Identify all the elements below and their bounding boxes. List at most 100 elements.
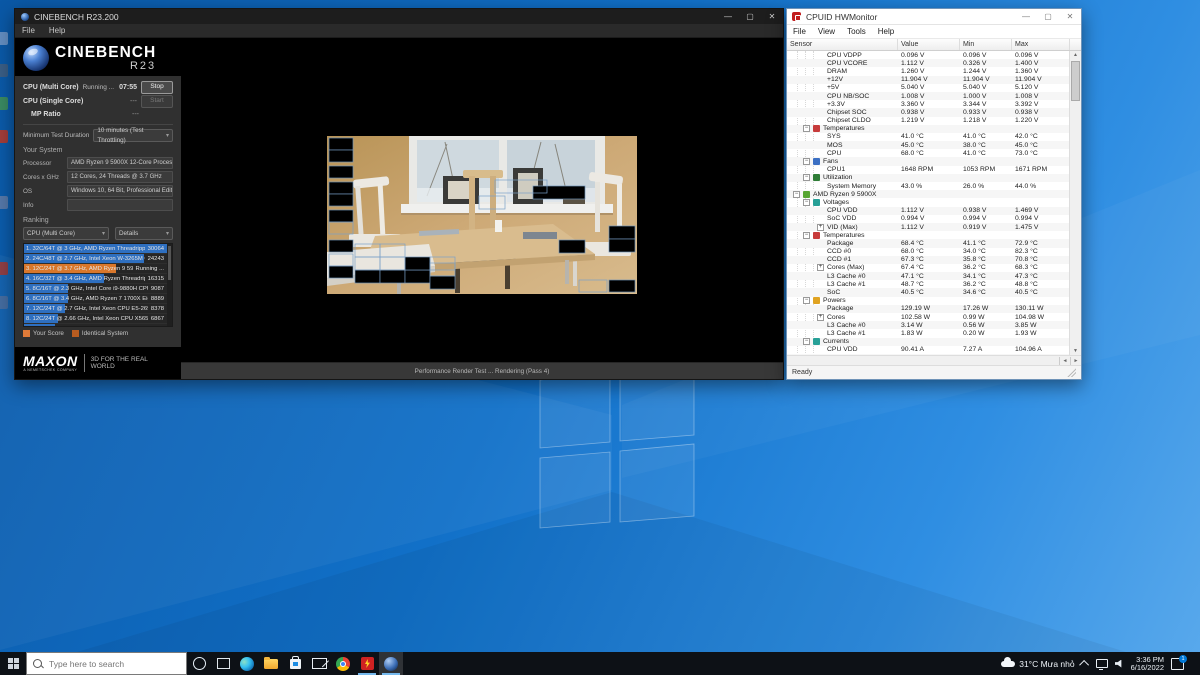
desktop-icon[interactable] xyxy=(0,196,8,209)
sensor-row[interactable]: Chipset SOC0.938 V0.933 V0.938 V xyxy=(787,108,1070,116)
taskbar-clock[interactable]: 3:36 PM 6/16/2022 xyxy=(1131,656,1164,672)
weather-widget[interactable]: 31°C Mưa nhỏ xyxy=(1001,659,1074,669)
sensor-row[interactable]: L3 Cache #11.83 W0.20 W1.93 W xyxy=(787,329,1070,337)
sensor-row[interactable]: CPU NB/SOC1.008 V1.000 V1.008 V xyxy=(787,92,1070,100)
menu-item-file[interactable]: File xyxy=(15,26,42,35)
scroll-left-icon[interactable]: ◄ xyxy=(1059,357,1070,365)
maximize-icon[interactable]: ▢ xyxy=(739,9,761,24)
sensor-row[interactable]: +Cores (Max)67.4 °C36.2 °C68.3 °C xyxy=(787,264,1070,272)
sensor-row[interactable]: L3 Cache #047.1 °C34.1 °C47.3 °C xyxy=(787,272,1070,280)
horizontal-scrollbar[interactable]: ◄ ► xyxy=(787,355,1081,365)
sensor-row[interactable]: CPU VDD90.41 A7.27 A104.96 A xyxy=(787,346,1070,354)
sensor-row[interactable]: +5V5.040 V5.040 V5.120 V xyxy=(787,84,1070,92)
column-header-max[interactable]: Max xyxy=(1012,39,1070,50)
ranking-filter-select[interactable]: CPU (Multi Core) ▾ xyxy=(23,227,109,240)
duration-select[interactable]: 10 minutes (Test Throttling) ▾ xyxy=(93,129,173,142)
sensor-row[interactable]: SoC40.5 °C34.6 °C40.5 °C xyxy=(787,288,1070,296)
sensor-row[interactable]: L3 Cache #148.7 °C36.2 °C48.8 °C xyxy=(787,280,1070,288)
sensor-row[interactable]: CPU VCORE1.112 V0.326 V1.400 V xyxy=(787,59,1070,67)
collapse-icon[interactable]: − xyxy=(803,174,810,181)
sensor-row[interactable]: Package129.19 W17.26 W130.11 W xyxy=(787,305,1070,313)
ranking-row[interactable]: 3. 12C/24T @ 3.7 GHz, AMD Ryzen 9 5900X … xyxy=(24,264,172,274)
collapse-icon[interactable]: − xyxy=(803,232,810,239)
column-header-sensor[interactable]: Sensor xyxy=(787,39,898,50)
menu-item-view[interactable]: View xyxy=(812,27,841,36)
ranking-row[interactable]: 1. 32C/64T @ 3 GHz, AMD Ryzen Threadripp… xyxy=(24,244,172,254)
sensor-row[interactable]: CPU VDPP0.096 V0.096 V0.096 V xyxy=(787,51,1070,59)
sensor-row[interactable]: Chipset CLDO1.219 V1.218 V1.220 V xyxy=(787,117,1070,125)
sensor-row[interactable]: SYS41.0 °C41.0 °C42.0 °C xyxy=(787,133,1070,141)
menu-item-help[interactable]: Help xyxy=(872,27,900,36)
cinebench-titlebar[interactable]: CINEBENCH R23.200 — ▢ ✕ xyxy=(15,9,783,24)
close-icon[interactable]: ✕ xyxy=(761,9,783,24)
sensor-row[interactable]: Package68.4 °C41.1 °C72.9 °C xyxy=(787,239,1070,247)
sensor-row[interactable]: CCD #068.0 °C34.0 °C82.3 °C xyxy=(787,248,1070,256)
collapse-icon[interactable]: − xyxy=(803,125,810,132)
sensor-row[interactable]: −Currents xyxy=(787,338,1070,346)
action-center-button[interactable]: 1 xyxy=(1171,658,1184,670)
sensor-row[interactable]: CPU11648 RPM1053 RPM1671 RPM xyxy=(787,166,1070,174)
sensor-row[interactable]: +12V11.904 V11.904 V11.904 V xyxy=(787,76,1070,84)
collapse-icon[interactable]: − xyxy=(803,158,810,165)
tray-overflow-chevron-icon[interactable] xyxy=(1079,660,1089,670)
ranking-list[interactable]: 1. 32C/64T @ 3 GHz, AMD Ryzen Threadripp… xyxy=(23,243,173,327)
column-header-value[interactable]: Value xyxy=(898,39,960,50)
ranking-row[interactable]: 4. 16C/32T @ 3.4 GHz, AMD Ryzen Threadri… xyxy=(24,274,172,284)
desktop-icon[interactable] xyxy=(0,296,8,309)
chrome-button[interactable] xyxy=(331,652,355,675)
task-view-button[interactable] xyxy=(211,652,235,675)
desktop-icon[interactable] xyxy=(0,262,8,275)
sensor-row[interactable]: −Temperatures xyxy=(787,231,1070,239)
edge-button[interactable] xyxy=(235,652,259,675)
ranking-row[interactable]: 8. 12C/24T @ 2.66 GHz, Intel Xeon CPU X5… xyxy=(24,314,172,324)
sensor-row[interactable]: −Voltages xyxy=(787,198,1070,206)
file-explorer-button[interactable] xyxy=(259,652,283,675)
expand-icon[interactable]: + xyxy=(817,264,824,271)
stop-button[interactable]: Stop xyxy=(141,81,173,94)
sensor-row[interactable]: L3 Cache #03.14 W0.56 W3.85 W xyxy=(787,321,1070,329)
hwmonitor-titlebar[interactable]: CPUID HWMonitor — ▢ ✕ xyxy=(787,9,1081,25)
start-button[interactable] xyxy=(0,652,26,675)
scrollbar-thumb[interactable] xyxy=(1071,61,1080,101)
sensor-row[interactable]: SoC VDD17.67 A14.55 A22.86 A xyxy=(787,354,1070,355)
menu-item-file[interactable]: File xyxy=(787,27,812,36)
ranking-row[interactable]: 2. 24C/48T @ 2.7 GHz, Intel Xeon W-3265M… xyxy=(24,254,172,264)
scroll-right-icon[interactable]: ► xyxy=(1070,357,1081,365)
speaker-icon[interactable] xyxy=(1115,660,1124,668)
taskbar-search[interactable] xyxy=(26,652,187,675)
collapse-icon[interactable]: − xyxy=(803,297,810,304)
ranking-row[interactable]: 5. 8C/16T @ 2.3 GHz, Intel Core i9-9880H… xyxy=(24,284,172,294)
sensor-row[interactable]: MOS45.0 °C38.0 °C45.0 °C xyxy=(787,141,1070,149)
ranking-row[interactable]: 6. 8C/16T @ 3.4 GHz, AMD Ryzen 7 1700X E… xyxy=(24,294,172,304)
collapse-icon[interactable]: − xyxy=(803,199,810,206)
menu-item-help[interactable]: Help xyxy=(42,26,72,35)
sensor-row[interactable]: SoC VDD0.994 V0.994 V0.994 V xyxy=(787,215,1070,223)
sensor-row[interactable]: +Cores102.58 W0.99 W104.98 W xyxy=(787,313,1070,321)
collapse-icon[interactable]: − xyxy=(803,338,810,345)
close-icon[interactable]: ✕ xyxy=(1059,9,1081,24)
cinebench-taskbar-button[interactable] xyxy=(379,652,403,675)
desktop-icon[interactable] xyxy=(0,130,8,143)
ranking-details-select[interactable]: Details ▾ xyxy=(115,227,173,240)
menu-item-tools[interactable]: Tools xyxy=(841,27,872,36)
minimize-icon[interactable]: — xyxy=(1015,9,1037,24)
sensor-row[interactable]: CCD #167.3 °C35.8 °C70.8 °C xyxy=(787,256,1070,264)
mail-button[interactable] xyxy=(307,652,331,675)
ranking-row[interactable]: 7. 12C/24T @ 2.7 GHz, Intel Xeon CPU E5-… xyxy=(24,304,172,314)
sensor-row[interactable]: CPU68.0 °C41.0 °C73.0 °C xyxy=(787,149,1070,157)
microsoft-store-button[interactable] xyxy=(283,652,307,675)
column-header-min[interactable]: Min xyxy=(960,39,1012,50)
network-icon[interactable] xyxy=(1096,659,1108,668)
collapse-icon[interactable]: − xyxy=(793,191,800,198)
sensor-row[interactable]: −Utilization xyxy=(787,174,1070,182)
desktop-icon[interactable] xyxy=(0,97,8,110)
resize-grip[interactable] xyxy=(1067,368,1076,377)
hwmonitor-taskbar-button[interactable] xyxy=(355,652,379,675)
sensor-row[interactable]: −AMD Ryzen 9 5900X xyxy=(787,190,1070,198)
sensor-row[interactable]: DRAM1.260 V1.244 V1.360 V xyxy=(787,67,1070,75)
sensor-row[interactable]: +3.3V3.360 V3.344 V3.392 V xyxy=(787,100,1070,108)
ranking-row[interactable]: 9. 4C/8T @ 4.2 GHz, Intel Core i7-7700K … xyxy=(24,324,172,327)
cortana-button[interactable] xyxy=(187,652,211,675)
minimize-icon[interactable]: — xyxy=(717,9,739,24)
search-input[interactable] xyxy=(47,658,180,670)
